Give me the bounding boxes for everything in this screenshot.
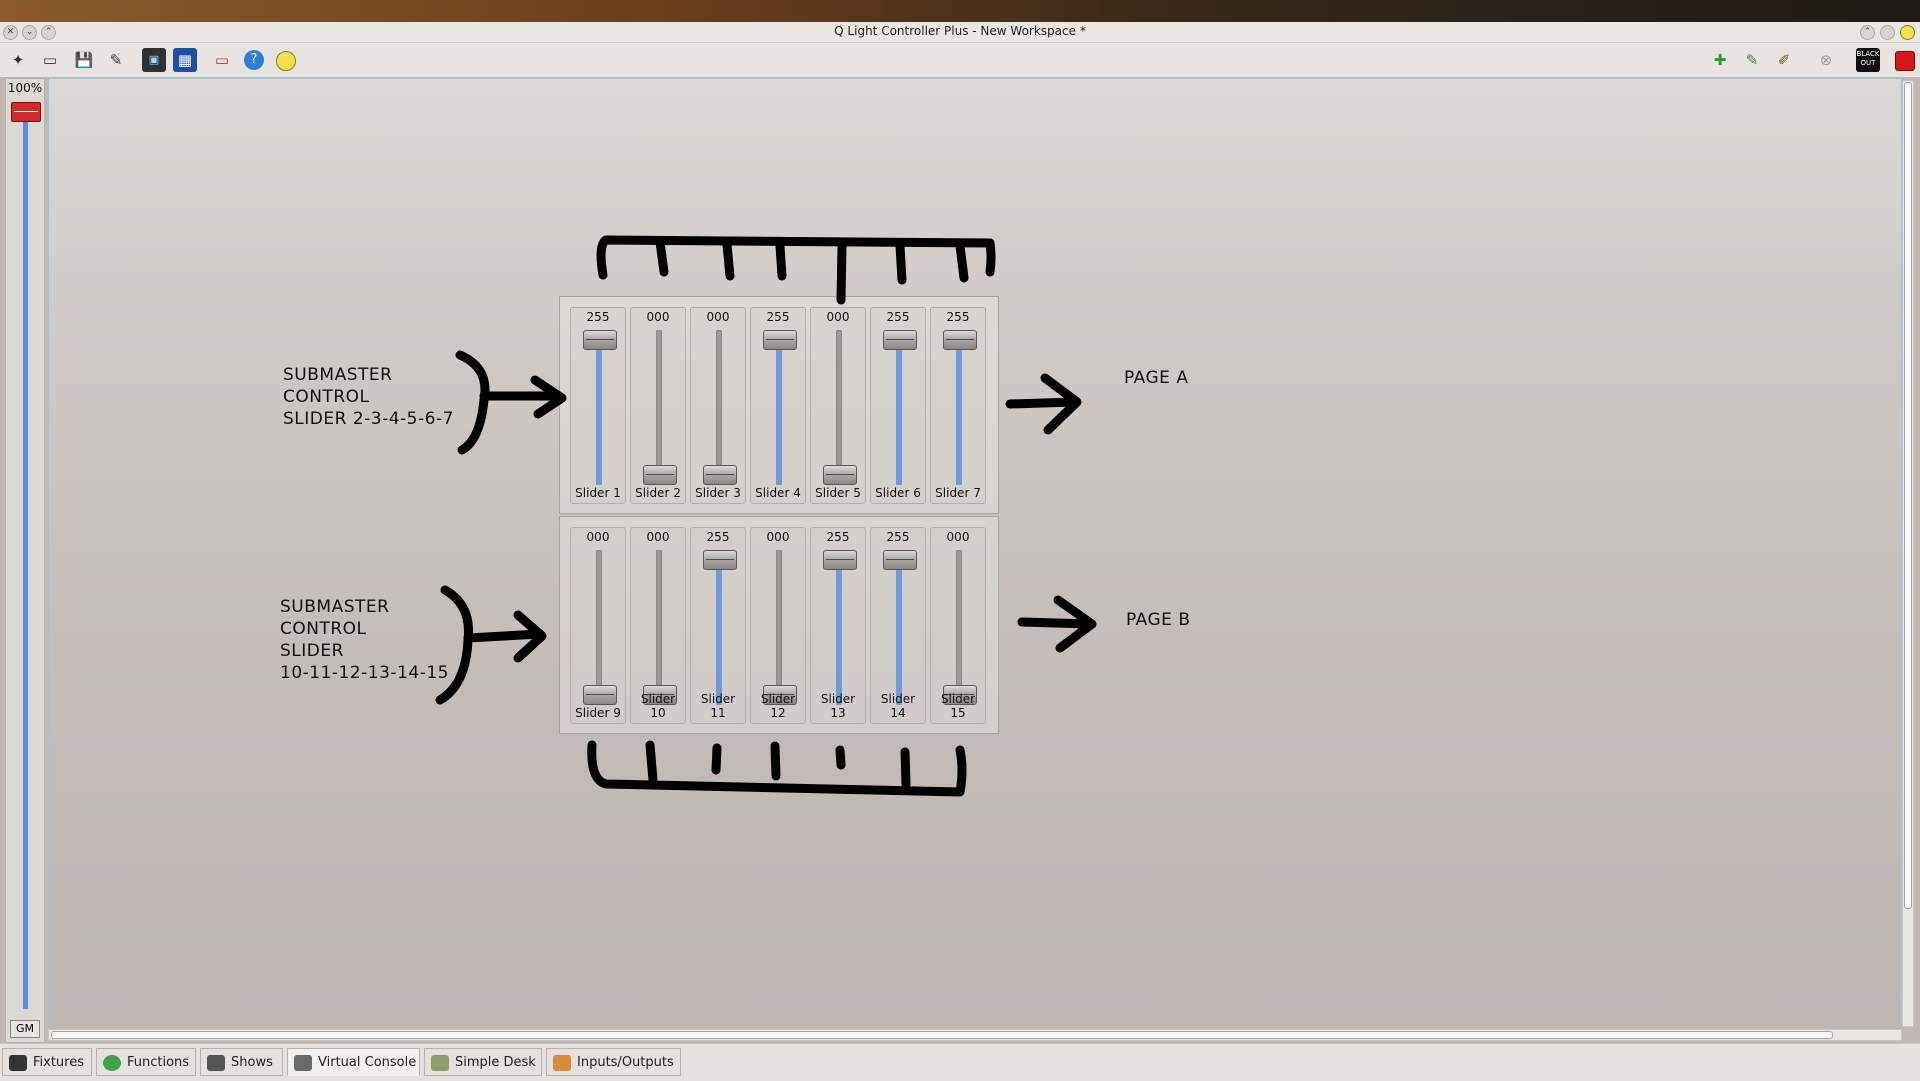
tab-label: Fixtures [33, 1055, 85, 1070]
virtual-console-icon [294, 1055, 312, 1071]
functions-icon [103, 1055, 121, 1071]
tab-label: Virtual Console [318, 1055, 417, 1070]
tab-functions[interactable]: Functions [96, 1048, 196, 1076]
arrow-page-b-ink [1017, 617, 1095, 629]
tab-fixtures[interactable]: Fixtures [2, 1048, 92, 1076]
tab-label: Simple Desk [455, 1055, 536, 1070]
tab-simple-desk[interactable]: Simple Desk [424, 1048, 542, 1076]
fixtures-icon [9, 1055, 27, 1071]
tab-label: Inputs/Outputs [577, 1055, 674, 1070]
bottom-tab-bar: Fixtures Functions Shows Virtual Console… [0, 1043, 1920, 1081]
tab-virtual-console[interactable]: Virtual Console [287, 1048, 420, 1076]
tab-inputs-outputs[interactable]: Inputs/Outputs [546, 1048, 681, 1076]
simple-desk-icon [431, 1055, 449, 1071]
tab-shows[interactable]: Shows [200, 1048, 283, 1076]
arrow-page-a-ink [1005, 397, 1080, 409]
inputs-outputs-icon [553, 1055, 571, 1071]
shows-icon [207, 1055, 225, 1071]
hand-drawn-annotations [435, 235, 1097, 797]
tab-label: Functions [127, 1055, 190, 1070]
brace-a-ink [455, 350, 490, 455]
tab-label: Shows [231, 1055, 273, 1070]
brace-b-ink [435, 585, 474, 705]
